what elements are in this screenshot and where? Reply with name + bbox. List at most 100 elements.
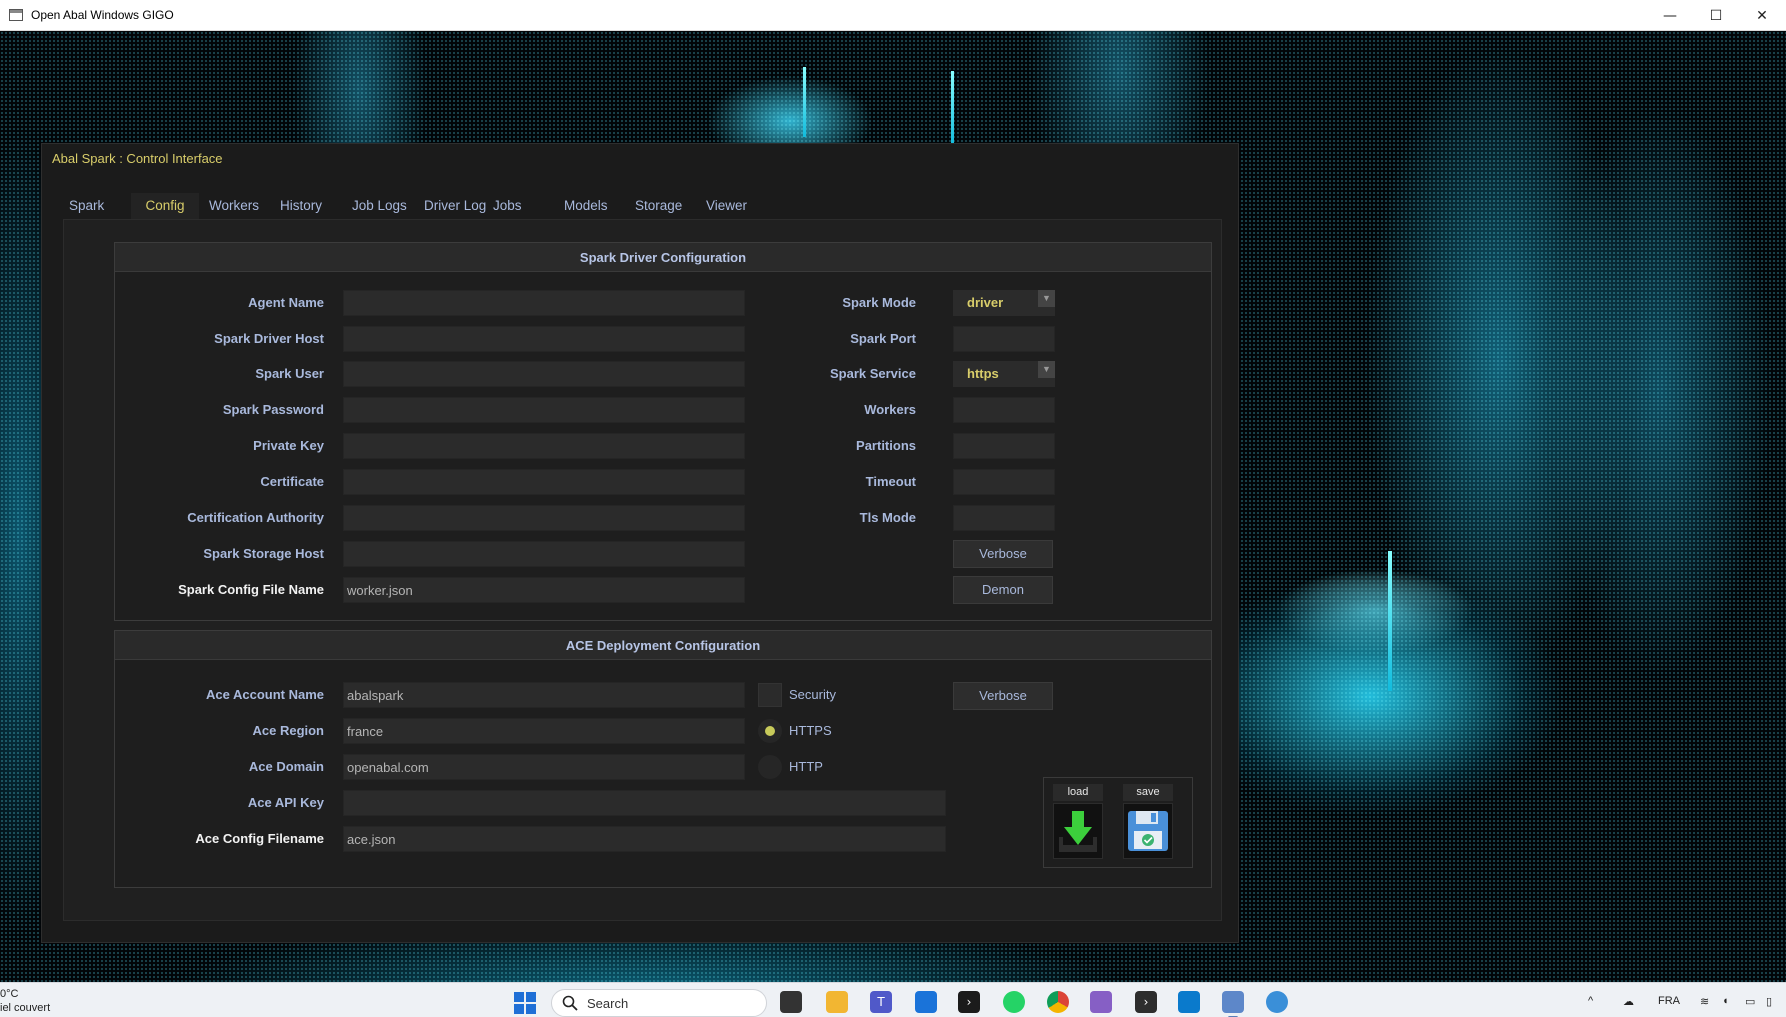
workers-label: Workers — [864, 402, 916, 417]
teams-icon[interactable]: T — [870, 991, 892, 1013]
abal-gigo-app-icon[interactable] — [1222, 991, 1244, 1017]
driver-verbose-button[interactable]: Verbose — [953, 540, 1053, 568]
tray-chevron-up-icon[interactable]: ^ — [1588, 995, 1593, 1007]
http-radio[interactable] — [758, 755, 782, 779]
spark-user-input[interactable] — [343, 361, 745, 387]
radio-selected-dot — [765, 726, 775, 736]
tab-config[interactable]: Config — [131, 193, 199, 219]
security-checkbox[interactable] — [758, 683, 782, 707]
driver-host-input[interactable] — [343, 326, 745, 352]
tab-spark[interactable]: Spark — [63, 193, 110, 219]
ace-config-header: ACE Deployment Configuration — [115, 631, 1211, 660]
save-button[interactable] — [1123, 803, 1173, 859]
ace-api-key-label: Ace API Key — [247, 795, 324, 810]
file-explorer-icon[interactable] — [826, 991, 848, 1013]
maximize-button[interactable]: ☐ — [1693, 0, 1739, 31]
terminal-icon[interactable]: › — [958, 991, 980, 1013]
weather-widget[interactable]: 0°C iel couvert — [0, 987, 50, 1015]
search-icon — [562, 995, 578, 1011]
cert-authority-input[interactable] — [343, 505, 745, 531]
desktop-background: Abal Spark : Control Interface Spark Con… — [0, 31, 1786, 982]
spark-password-label: Spark Password — [222, 402, 324, 417]
https-radio[interactable] — [758, 719, 782, 743]
taskbar: 0°C iel couvert Search T › › ^ ☁ FRA ≋ ◖… — [0, 982, 1786, 1017]
weather-temp: 0°C — [0, 988, 19, 1000]
notification-icon[interactable]: ▯ — [1766, 995, 1772, 1008]
ace-verbose-button[interactable]: Verbose — [953, 682, 1053, 710]
wifi-icon[interactable]: ≋ — [1700, 995, 1709, 1008]
chrome-icon[interactable] — [1047, 991, 1069, 1013]
ace-api-key-input[interactable] — [343, 790, 946, 816]
cert-authority-label: Certification Authority — [187, 510, 324, 525]
settings-app-icon[interactable] — [1266, 991, 1288, 1013]
store-icon[interactable] — [915, 991, 937, 1013]
tab-history[interactable]: History — [274, 193, 328, 219]
tab-models[interactable]: Models — [558, 193, 614, 219]
panel-title: Abal Spark : Control Interface — [52, 151, 223, 166]
taskbar-search[interactable]: Search — [551, 989, 767, 1017]
spark-service-select[interactable]: https ▼ — [953, 361, 1055, 387]
ace-config-filename-input[interactable] — [343, 826, 946, 852]
spark-mode-label: Spark Mode — [842, 295, 916, 310]
ace-account-input[interactable] — [343, 682, 745, 708]
demon-button[interactable]: Demon — [953, 576, 1053, 604]
vscode-icon[interactable] — [1178, 991, 1200, 1013]
ace-region-input[interactable] — [343, 718, 745, 744]
tower-spire — [951, 71, 954, 146]
ace-config-section: ACE Deployment Configuration Ace Account… — [114, 630, 1212, 888]
volume-icon[interactable]: ◖ — [1722, 995, 1729, 1007]
spark-service-label: Spark Service — [829, 366, 916, 381]
config-file-input[interactable] — [343, 577, 745, 603]
spark-mode-select[interactable]: driver ▼ — [953, 290, 1055, 316]
ace-domain-input[interactable] — [343, 754, 745, 780]
tab-viewer[interactable]: Viewer — [700, 193, 753, 219]
spark-password-input[interactable] — [343, 397, 745, 423]
battery-icon[interactable]: ▭ — [1745, 995, 1755, 1008]
timeout-input[interactable] — [953, 469, 1055, 495]
private-key-input[interactable] — [343, 433, 745, 459]
ace-account-label: Ace Account Name — [206, 687, 324, 702]
partitions-input[interactable] — [953, 433, 1055, 459]
tls-mode-input[interactable] — [953, 505, 1055, 531]
security-label: Security — [789, 687, 836, 702]
spark-service-value: https — [967, 366, 999, 381]
minimize-button[interactable]: — — [1647, 0, 1693, 31]
language-indicator[interactable]: FRA — [1658, 995, 1680, 1007]
start-button-windows-icon[interactable] — [514, 992, 536, 1014]
tab-jobs[interactable]: Jobs — [487, 193, 528, 219]
onedrive-icon[interactable]: ☁ — [1623, 995, 1634, 1008]
tls-mode-label: Tls Mode — [859, 510, 916, 525]
private-key-label: Private Key — [253, 438, 324, 453]
partitions-label: Partitions — [856, 438, 916, 453]
spark-port-input[interactable] — [953, 326, 1055, 352]
config-file-label: Spark Config File Name — [178, 582, 324, 597]
tower-spire — [803, 67, 806, 137]
tab-workers[interactable]: Workers — [203, 193, 265, 219]
tab-driver-log[interactable]: Driver Log — [418, 193, 492, 219]
whatsapp-icon[interactable] — [1003, 991, 1025, 1013]
tab-job-logs[interactable]: Job Logs — [346, 193, 413, 219]
http-label: HTTP — [789, 759, 823, 774]
floppy-disk-icon — [1128, 811, 1168, 851]
dropdown-arrow-icon: ▼ — [1038, 361, 1055, 378]
load-button[interactable] — [1053, 803, 1103, 859]
tab-storage[interactable]: Storage — [629, 193, 688, 219]
agent-name-input[interactable] — [343, 290, 745, 316]
spark-port-label: Spark Port — [850, 331, 916, 346]
search-placeholder: Search — [587, 996, 629, 1011]
close-button[interactable]: ✕ — [1739, 0, 1785, 31]
storage-host-input[interactable] — [343, 541, 745, 567]
app-window-icon — [9, 9, 23, 21]
load-label: load — [1053, 784, 1103, 801]
config-tab-body: Spark Driver Configuration Agent Name Sp… — [63, 220, 1222, 921]
workers-input[interactable] — [953, 397, 1055, 423]
console-icon[interactable]: › — [1135, 991, 1157, 1013]
ace-domain-label: Ace Domain — [248, 759, 324, 774]
task-view-icon[interactable] — [780, 991, 802, 1013]
timeout-label: Timeout — [865, 474, 916, 489]
weather-desc: iel couvert — [0, 1002, 51, 1014]
certificate-input[interactable] — [343, 469, 745, 495]
download-icon — [1059, 811, 1097, 852]
storage-host-label: Spark Storage Host — [203, 546, 324, 561]
visual-studio-icon[interactable] — [1090, 991, 1112, 1013]
